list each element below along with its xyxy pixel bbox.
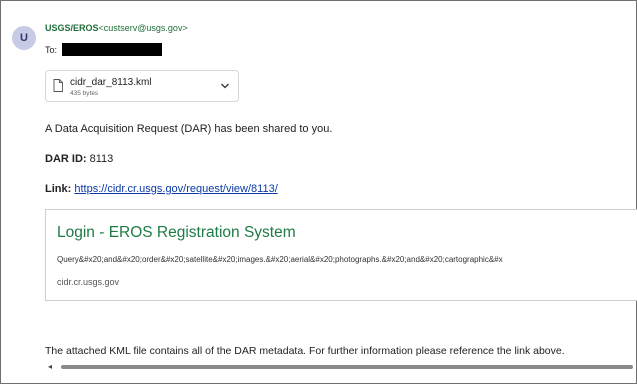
link-label: Link:: [45, 183, 72, 195]
horizontal-scrollbar[interactable]: ◂: [45, 363, 635, 371]
recipient-line: To:: [45, 43, 163, 56]
file-icon: [53, 79, 63, 92]
sender-initial: U: [20, 32, 28, 44]
preview-domain: cidr.cr.usgs.gov: [57, 277, 120, 287]
intro-text: A Data Acquisition Request (DAR) has bee…: [45, 123, 333, 135]
dar-id-line: DAR ID: 8113: [45, 153, 113, 165]
attachment-size: 435 bytes: [70, 90, 99, 97]
recipient-redacted: [62, 43, 163, 56]
sender-name: USGS/EROS: [45, 23, 99, 33]
recipient-label: To:: [45, 44, 58, 55]
link-line: Link: https://cidr.cr.usgs.gov/request/v…: [45, 183, 278, 195]
sender-avatar[interactable]: U: [12, 26, 36, 50]
preview-description: Query&#x20;and&#x20;order&#x20;satellite…: [57, 255, 503, 264]
attachment-filename: cidr_dar_8113.kml: [70, 77, 152, 88]
dar-link[interactable]: https://cidr.cr.usgs.gov/request/view/81…: [74, 183, 277, 195]
dar-id-value: 8113: [89, 153, 114, 165]
sender-email: <custserv@usgs.gov>: [98, 23, 188, 33]
attachment-card[interactable]: cidr_dar_8113.kml 435 bytes: [45, 70, 239, 102]
scroll-left-icon[interactable]: ◂: [48, 363, 52, 371]
chevron-down-icon[interactable]: [220, 82, 230, 90]
footer-text: The attached KML file contains all of th…: [45, 345, 565, 357]
link-preview-card[interactable]: Login - EROS Registration System Query&#…: [45, 209, 637, 301]
scrollbar-thumb[interactable]: [61, 365, 633, 369]
sender-line[interactable]: USGS/EROS<custserv@usgs.gov>: [45, 23, 188, 33]
preview-title[interactable]: Login - EROS Registration System: [57, 224, 296, 242]
dar-id-label: DAR ID:: [45, 153, 87, 165]
